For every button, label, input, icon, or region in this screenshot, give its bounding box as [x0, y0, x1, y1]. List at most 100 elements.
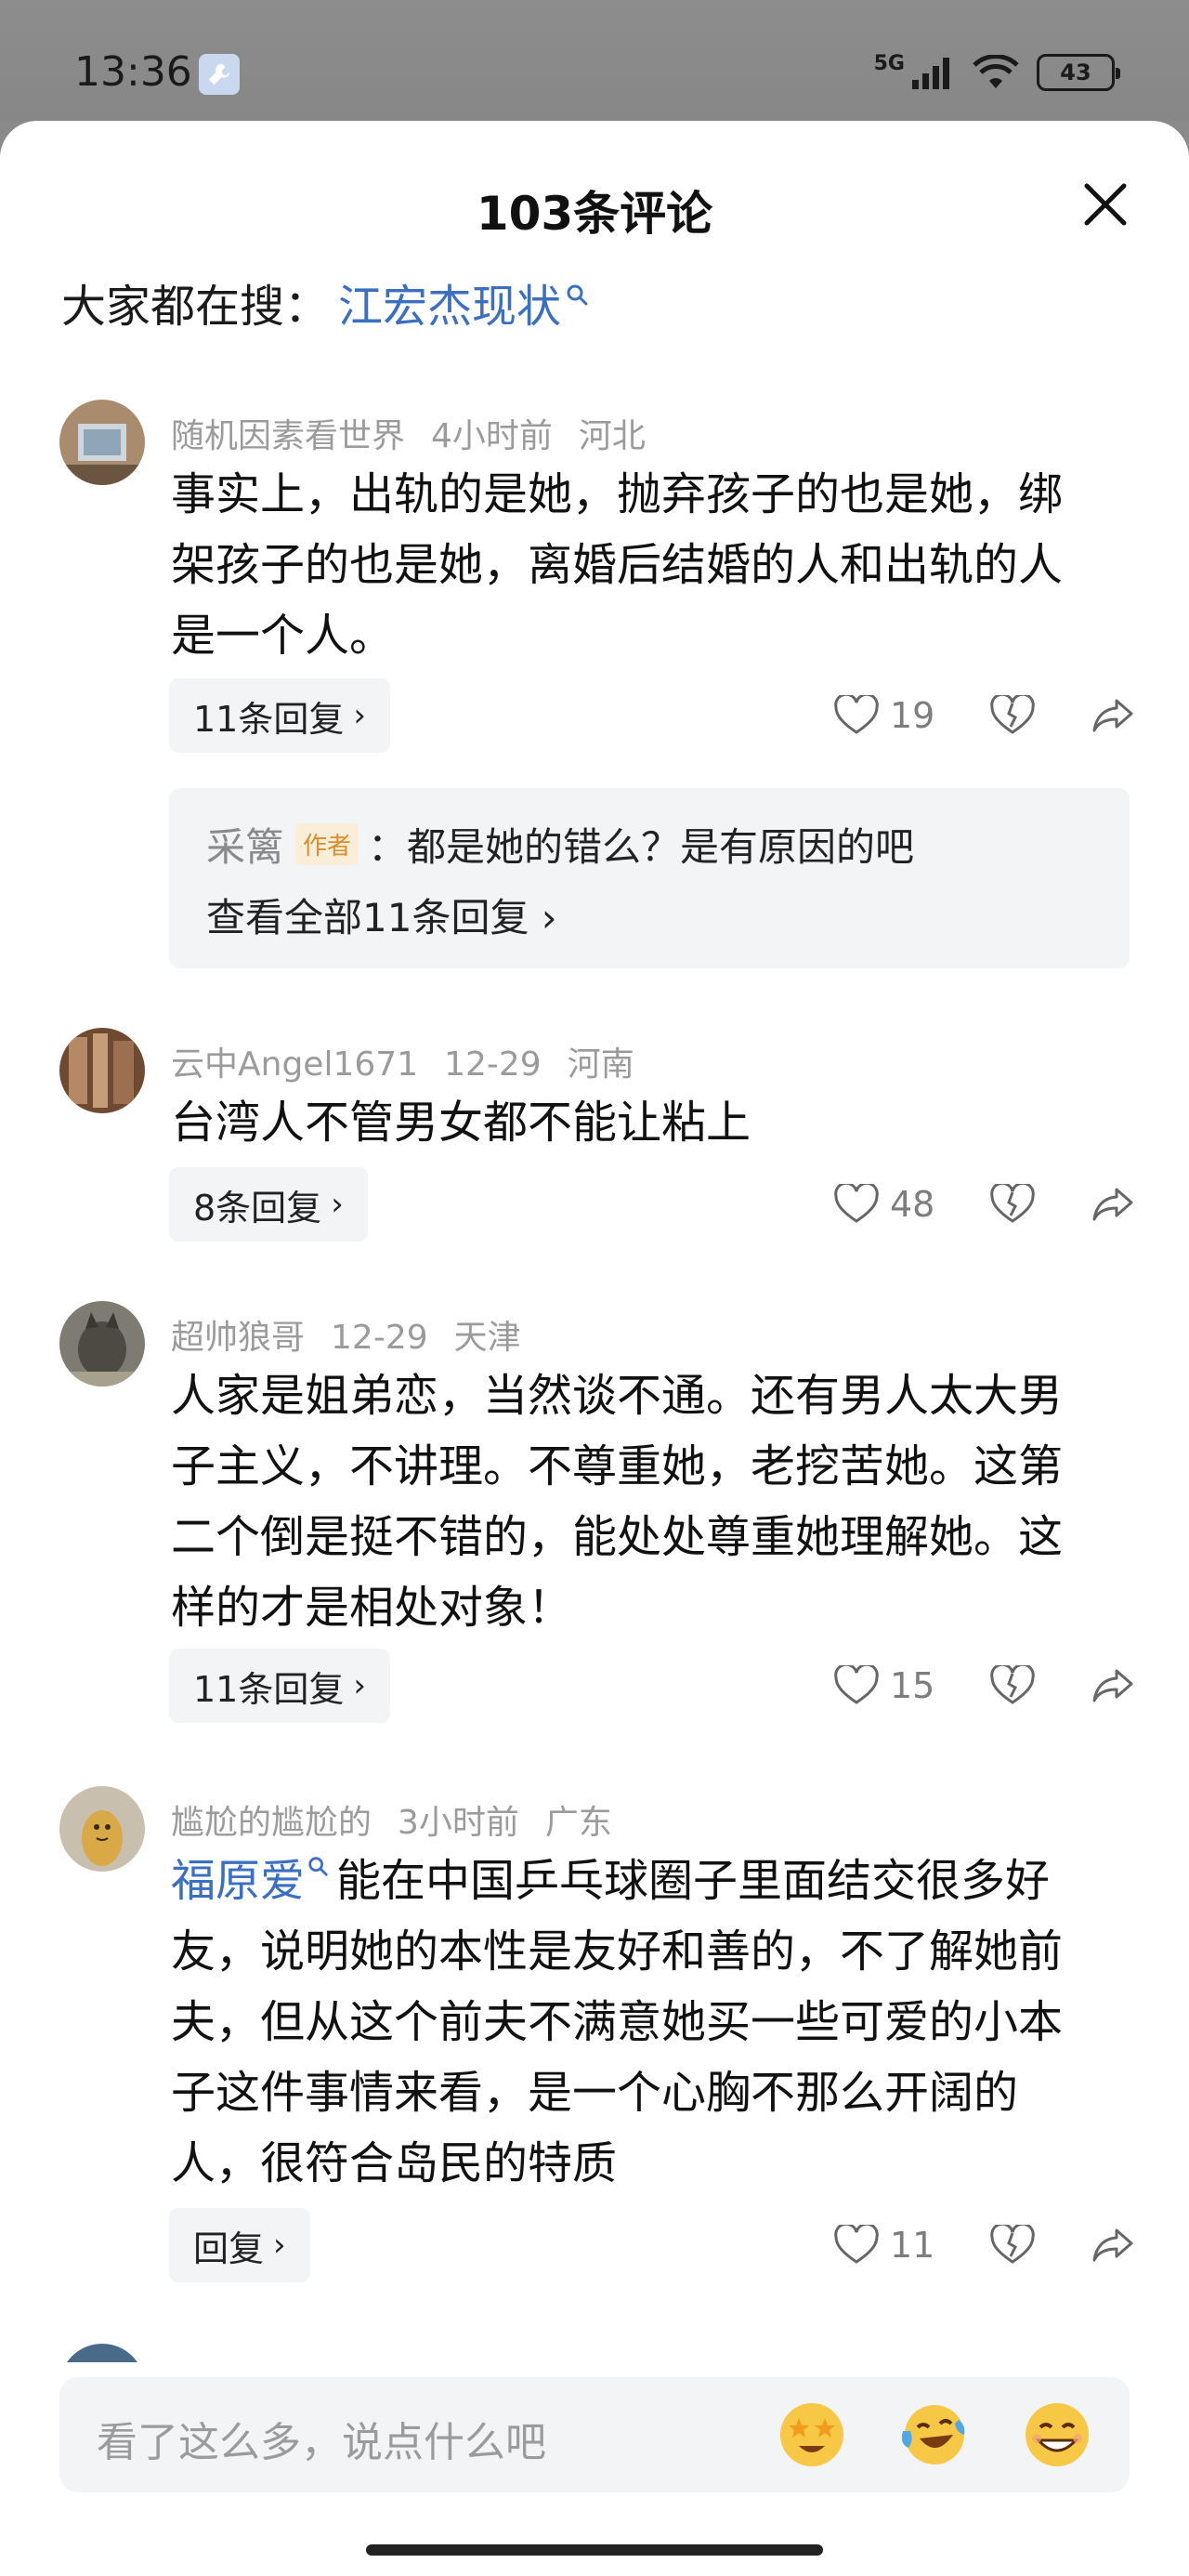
comment-location: 天津 — [453, 1319, 521, 1357]
heart-icon — [834, 695, 879, 734]
sub-reply-author[interactable]: 采篱 — [206, 816, 284, 873]
like-button[interactable]: 19 — [834, 695, 936, 736]
avatar[interactable] — [59, 1028, 145, 1113]
author-badge: 作者 — [295, 823, 359, 865]
broken-heart-icon — [990, 1184, 1035, 1223]
replies-count-label: 11条回复 — [193, 1668, 345, 1710]
like-button[interactable]: 11 — [834, 2225, 936, 2266]
view-replies-button[interactable]: 11条回复 › — [169, 678, 390, 753]
battery-level: 43 — [1060, 59, 1091, 85]
view-replies-button[interactable]: 8条回复 › — [169, 1167, 368, 1242]
next-comment-peek — [59, 2344, 145, 2362]
like-button[interactable]: 48 — [834, 1184, 936, 1225]
dislike-button[interactable] — [990, 695, 1035, 736]
like-button[interactable]: 15 — [834, 1665, 936, 1706]
replies-count-label: 回复 — [193, 2228, 265, 2269]
dislike-button[interactable] — [990, 2225, 1035, 2266]
comment-actions: 15 — [834, 1649, 1135, 1723]
comment-text[interactable]: 台湾人不管男女都不能让粘上 — [171, 1087, 1100, 1158]
replies-count-label: 8条回复 — [193, 1187, 322, 1229]
comment-text[interactable]: 福原爱 能在中国乒乓球圈子里面结交很多好友，说明她的本性是友好和善的，不了解她前夫… — [171, 1846, 1100, 2199]
emoji-starry-eyes-button[interactable] — [775, 2398, 849, 2472]
broken-heart-icon — [990, 1665, 1035, 1704]
search-icon — [308, 1857, 328, 1876]
trending-search: 大家都在搜： 江宏杰现状 — [61, 269, 589, 335]
laugh-cry-emoji-icon — [901, 2405, 965, 2464]
status-indicators: 5G 43 — [873, 51, 1120, 91]
signal-icon — [912, 58, 949, 89]
view-replies-button[interactable]: 回复 › — [169, 2208, 310, 2282]
chevron-right-icon: › — [353, 697, 366, 734]
dislike-button[interactable] — [990, 1184, 1035, 1225]
grin-emoji-icon — [1026, 2403, 1089, 2466]
share-icon — [1092, 1669, 1133, 1702]
avatar[interactable] — [59, 1301, 145, 1387]
sheet-title: 103条评论 — [476, 187, 713, 241]
like-count: 11 — [890, 2225, 935, 2266]
share-button[interactable] — [1091, 1665, 1135, 1706]
share-icon — [1092, 1188, 1133, 1221]
view-replies-button[interactable]: 11条回复 › — [169, 1649, 390, 1723]
home-indicator[interactable] — [366, 2544, 823, 2556]
sub-reply-text: ：都是她的错么？是有原因的吧 — [368, 824, 915, 870]
close-button[interactable] — [1078, 177, 1133, 232]
chevron-right-icon: › — [353, 1667, 366, 1704]
share-icon — [1092, 2228, 1133, 2262]
comment-meta: 随机因素看世界 4小时前 河北 — [171, 409, 672, 457]
battery-icon: 43 — [1037, 54, 1120, 91]
starry-eyes-emoji-icon — [780, 2403, 843, 2466]
comments-sheet: 103条评论 大家都在搜： 江宏杰现状 随机因素看世界 4小时前 河北 事实上，出轨… — [0, 121, 1189, 2576]
emoji-grin-button[interactable] — [1020, 2398, 1094, 2472]
comment-location: 河南 — [567, 1045, 634, 1084]
share-button[interactable] — [1091, 695, 1135, 736]
topic-link[interactable]: 福原爱 — [171, 1855, 305, 1907]
comment-meta: 超帅狼哥 12-29 天津 — [171, 1310, 547, 1359]
share-icon — [1092, 699, 1133, 732]
sub-reply-box[interactable]: 采篱 作者 ：都是她的错么？是有原因的吧 查看全部11条回复 › — [169, 788, 1130, 968]
close-icon — [1084, 183, 1127, 226]
comment-actions: 48 — [834, 1167, 1135, 1242]
search-icon — [567, 284, 588, 306]
wrench-icon — [199, 54, 240, 95]
avatar[interactable] — [59, 1786, 145, 1872]
chevron-right-icon: › — [331, 1186, 344, 1223]
comment-username[interactable]: 超帅狼哥 — [171, 1319, 305, 1357]
comment-item: 尴尬的尴尬的 3小时前 广东 福原爱 能在中国乒乓球圈子里面结交很多好友，说明她的本性… — [0, 1786, 1189, 2325]
wifi-icon — [973, 55, 1019, 88]
comment-username[interactable]: 尴尬的尴尬的 — [171, 1804, 372, 1842]
trending-search-link[interactable]: 江宏杰现状 — [338, 269, 561, 335]
comment-location: 广东 — [544, 1804, 612, 1842]
comment-input-bar[interactable]: 看了这么多，说点什么吧 — [59, 2377, 1130, 2492]
comment-time: 4小时前 — [431, 417, 553, 455]
like-count: 19 — [890, 695, 935, 736]
comment-time: 12-29 — [444, 1045, 542, 1084]
comment-item: 超帅狼哥 12-29 天津 人家是姐弟恋，当然谈不通。还有男人太大男子主义，不讲理。… — [0, 1301, 1189, 1766]
share-button[interactable] — [1091, 2225, 1135, 2266]
like-count: 15 — [890, 1665, 935, 1706]
chevron-right-icon: › — [273, 2227, 286, 2264]
network-type: 5G — [873, 51, 905, 75]
view-all-replies-link[interactable]: 查看全部11条回复 › — [206, 887, 557, 943]
comment-input-placeholder: 看了这么多，说点什么吧 — [97, 2419, 546, 2466]
heart-icon — [834, 2225, 879, 2264]
comment-actions: 19 — [834, 678, 1135, 753]
comment-location: 河北 — [578, 417, 646, 455]
sub-reply: 采篱 作者 ：都是她的错么？是有原因的吧 — [206, 816, 914, 873]
comment-actions: 11 — [834, 2208, 1135, 2282]
comment-time: 12-29 — [331, 1319, 428, 1357]
share-button[interactable] — [1091, 1184, 1135, 1225]
comment-meta: 云中Angel1671 12-29 河南 — [171, 1037, 660, 1085]
comment-username[interactable]: 随机因素看世界 — [171, 417, 405, 455]
comment-username[interactable]: 云中Angel1671 — [171, 1045, 418, 1084]
comment-item: 云中Angel1671 12-29 河南 台湾人不管男女都不能让粘上 8条回复 › 4… — [0, 1028, 1189, 1307]
comment-item: 随机因素看世界 4小时前 河北 事实上，出轨的是她，抛弃孩子的也是她，绑架孩子的也是… — [0, 400, 1189, 976]
status-time: 13:36 — [74, 48, 192, 96]
comment-meta: 尴尬的尴尬的 3小时前 广东 — [171, 1795, 638, 1844]
emoji-laugh-cry-button[interactable] — [897, 2398, 972, 2472]
comment-text[interactable]: 人家是姐弟恋，当然谈不通。还有男人太大男子主义，不讲理。不尊重她，老挖苦她。这第… — [171, 1360, 1100, 1643]
comment-time: 3小时前 — [398, 1804, 519, 1842]
dislike-button[interactable] — [990, 1665, 1035, 1706]
heart-icon — [834, 1184, 879, 1223]
comment-text[interactable]: 事实上，出轨的是她，抛弃孩子的也是她，绑架孩子的也是她，离婚后结婚的人和出轨的人… — [171, 459, 1100, 671]
avatar[interactable] — [59, 400, 145, 485]
